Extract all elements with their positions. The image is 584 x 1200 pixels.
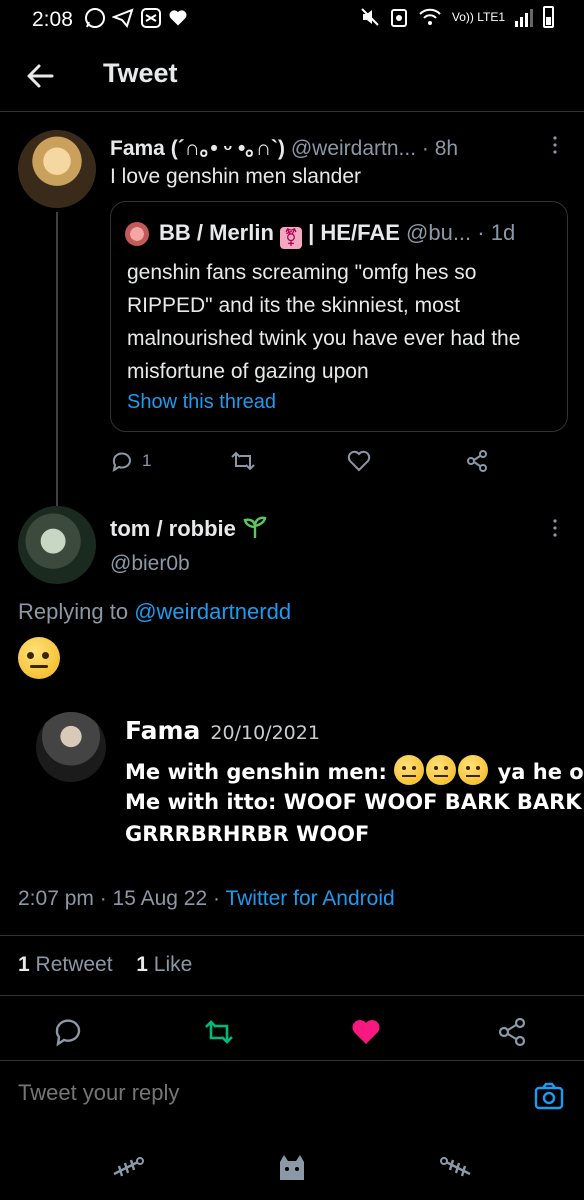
tweet-time: · 8h	[421, 137, 459, 160]
genderqueer-symbol-icon: ⚧	[280, 227, 303, 249]
embed-line1-prefix: Me with genshin men:	[125, 760, 387, 784]
quoted-tweet[interactable]: BB / Merlin ⚧ | HE/FAE @bu... · 1d gensh…	[110, 201, 568, 432]
share-action[interactable]	[465, 448, 489, 474]
like-label[interactable]: Like	[154, 953, 193, 976]
quote-handle: @bu...	[406, 220, 472, 245]
replying-to: Replying to @weirdartnerdd	[18, 599, 291, 625]
retweet-label[interactable]: Retweet	[36, 953, 113, 976]
embed-line-2: Me with itto: WOOF WOOF BARK BARK	[125, 790, 582, 814]
author-name-2[interactable]: tom / robbie	[110, 514, 268, 542]
like-count: 1	[136, 953, 148, 976]
back-arrow-icon[interactable]	[22, 58, 58, 94]
like-action[interactable]	[346, 448, 372, 474]
replying-handle[interactable]: @weirdartnerdd	[134, 599, 291, 624]
embed-line-3: GRRRBRHRBR WOOF	[125, 822, 370, 846]
embed-author-name: Fama	[125, 716, 201, 745]
embed-line1-suffix: ya he ok	[497, 760, 584, 784]
tweet-header: Fama (´∩｡• ᵕ •｡∩`) @weirdartn... · 8h	[110, 132, 458, 162]
avatar-fama[interactable]	[18, 130, 96, 208]
quote-avatar	[125, 222, 149, 246]
wifi-icon	[419, 8, 441, 25]
status-time: 2:08	[32, 8, 73, 31]
system-nav-bar	[0, 1130, 584, 1200]
share-icon[interactable]	[496, 1016, 528, 1048]
author-handle[interactable]: @weirdartn...	[291, 137, 416, 160]
thread-line	[56, 212, 58, 512]
camera-icon[interactable]	[533, 1080, 565, 1112]
quote-time: · 1d	[477, 220, 516, 245]
neutral-face-emoji	[394, 755, 425, 785]
divider	[0, 1060, 584, 1061]
replying-prefix: Replying to	[18, 599, 129, 624]
show-thread-link[interactable]: Show this thread	[127, 391, 276, 414]
retweet-action[interactable]	[230, 448, 256, 474]
reply-count: 1	[142, 451, 152, 470]
reply-icon[interactable]	[52, 1016, 84, 1048]
page-title: Tweet	[103, 58, 178, 88]
reply-input[interactable]	[18, 1080, 508, 1106]
telegram-icon	[112, 8, 134, 29]
data-saver-icon	[390, 9, 407, 27]
status-bar: 2:08 Vo)) LTE1	[0, 0, 584, 40]
heart-icon[interactable]	[350, 1016, 382, 1048]
sprout-icon	[243, 516, 267, 538]
reply-icon	[112, 452, 131, 473]
heart-status-icon	[169, 10, 187, 26]
header: Tweet	[0, 40, 584, 112]
notification-icons	[84, 7, 188, 29]
fish-bone-icon-right[interactable]	[438, 1152, 474, 1182]
system-icons: Vo)) LTE1	[360, 6, 554, 28]
embed-avatar	[36, 712, 106, 782]
tweet-timestamp: 2:07 pm · 15 Aug 22 ·	[18, 887, 220, 910]
quote-header: BB / Merlin ⚧ | HE/FAE @bu... · 1d	[159, 220, 515, 249]
signal-icon	[515, 7, 533, 27]
cat-home-icon[interactable]	[274, 1152, 310, 1182]
main-tweet-actions	[0, 1012, 584, 1052]
neutral-face-emoji	[426, 755, 457, 785]
more-options-icon[interactable]	[551, 135, 559, 155]
fish-bone-icon[interactable]	[110, 1152, 146, 1182]
tweet-stats: 1 Retweet 1 Like	[18, 953, 192, 977]
quote-author-name: BB / Merlin	[159, 220, 274, 245]
author-handle-2[interactable]: @bier0b	[110, 552, 190, 576]
quote-text: genshin fans screaming "omfg hes so RIPP…	[127, 261, 521, 383]
neutral-face-emoji	[458, 755, 489, 785]
author-name[interactable]: Fama (´∩｡• ᵕ •｡∩`)	[110, 137, 285, 160]
network-label: Vo)) LTE1	[451, 10, 505, 24]
whatsapp-icon	[85, 8, 105, 28]
author-name-text: tom / robbie	[110, 516, 236, 541]
avatar-tom[interactable]	[18, 506, 96, 584]
capcut-icon	[141, 8, 161, 28]
retweet-icon	[231, 451, 255, 471]
retweet-count: 1	[18, 953, 30, 976]
tweet-source[interactable]: Twitter for Android	[225, 887, 394, 910]
reply-action[interactable]: 1	[110, 448, 151, 474]
more-options-icon-2[interactable]	[551, 518, 559, 538]
retweet-icon[interactable]	[203, 1016, 235, 1048]
quote-pronouns: | HE/FAE	[308, 220, 400, 245]
embed-author: Fama 20/10/2021	[125, 716, 320, 745]
heart-icon	[347, 450, 371, 472]
tweet-text: I love genshin men slander	[110, 165, 361, 188]
embedded-screenshot[interactable]: Fama 20/10/2021 Me with genshin men: ya h…	[18, 690, 584, 860]
tweet-actions: 1	[110, 448, 580, 474]
divider	[0, 995, 584, 996]
face-with-raised-eyebrow-emoji	[18, 637, 60, 679]
battery-icon	[543, 6, 554, 28]
embed-date: 20/10/2021	[210, 722, 320, 744]
divider	[0, 935, 584, 936]
mute-icon	[361, 8, 379, 26]
share-icon	[467, 450, 487, 472]
tweet-meta: 2:07 pm · 15 Aug 22 · Twitter for Androi…	[18, 887, 395, 911]
embed-line-1: Me with genshin men: ya he ok	[125, 755, 584, 785]
